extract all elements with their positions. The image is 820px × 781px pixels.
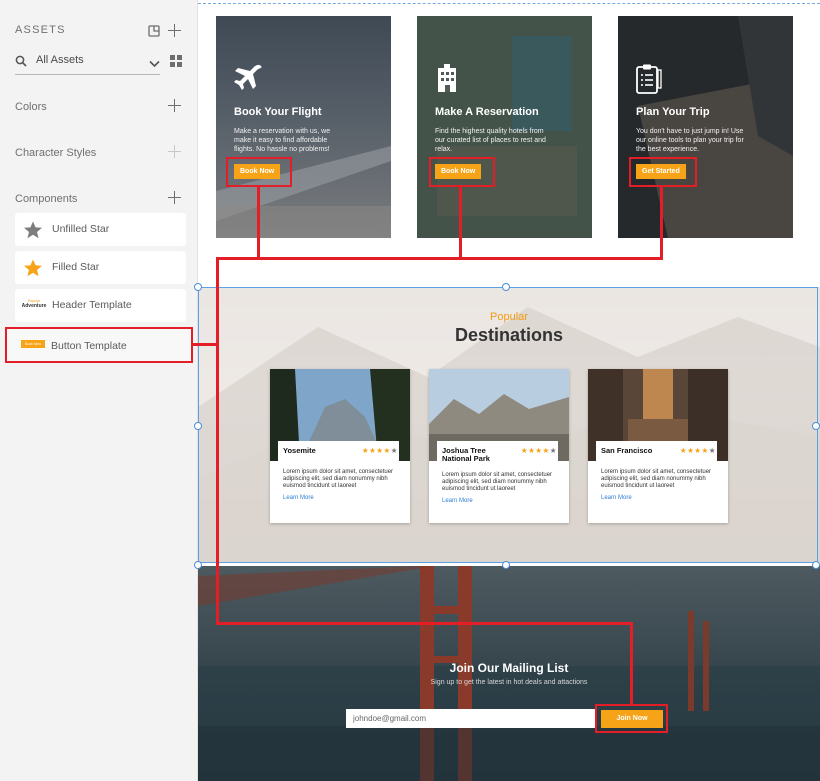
resize-handle[interactable] [502, 561, 510, 569]
component-header-template[interactable]: Popular Adventure Header Template [15, 289, 186, 322]
colors-section-label: Colors [15, 101, 47, 113]
annotation-connector [216, 622, 632, 625]
search-icon [15, 54, 27, 72]
component-filled-star[interactable]: Filled Star [15, 251, 186, 284]
email-input[interactable] [346, 709, 597, 728]
header-thumb-title: Adventure [21, 303, 47, 309]
character-styles-section-label: Character Styles [15, 147, 97, 159]
resize-handle[interactable] [194, 422, 202, 430]
flight-card[interactable]: Book Your Flight Make a reservation with… [216, 16, 391, 238]
annotation-connector [193, 343, 218, 346]
plan-trip-card[interactable]: Plan Your Trip You don't have to just ju… [618, 16, 793, 238]
annotation-connector [660, 187, 663, 259]
resize-handle[interactable] [812, 422, 820, 430]
star-icon [23, 259, 45, 277]
mailing-list-title: Join Our Mailing List [449, 661, 569, 675]
components-section-label: Components [15, 193, 78, 205]
assets-panel: ASSETS All Assets Colors Character Style… [0, 0, 198, 781]
mailing-list-subtitle: Sign up to get the latest in hot deals a… [430, 679, 588, 686]
checklist-icon [636, 64, 662, 99]
artboard-boundary [198, 3, 820, 4]
new-library-icon[interactable] [148, 24, 160, 42]
card-body: Find the highest quality hotels from our… [435, 128, 546, 153]
button-thumb-label: Book Now [25, 342, 41, 346]
annotation-connector [459, 187, 462, 259]
reservation-card[interactable]: Make A Reservation Find the highest qual… [417, 16, 592, 238]
card-title: Book Your Flight [234, 106, 322, 118]
annotation-box-get-started [629, 157, 697, 187]
annotation-box-book-now-2 [429, 157, 495, 187]
add-color-icon[interactable] [168, 99, 181, 112]
card-title: Plan Your Trip [636, 106, 710, 118]
add-component-icon[interactable] [168, 191, 181, 204]
component-label: Unfilled Star [52, 223, 110, 235]
chevron-down-icon [149, 55, 160, 73]
add-character-style-icon[interactable] [168, 145, 181, 158]
asset-filter-dropdown[interactable]: All Assets [15, 51, 160, 75]
assets-panel-title: ASSETS [15, 24, 66, 36]
selection-bounding-box [198, 287, 818, 563]
component-unfilled-star[interactable]: Unfilled Star [15, 213, 186, 246]
resize-handle[interactable] [194, 561, 202, 569]
component-button-template[interactable]: Book Now Button Template [5, 327, 193, 363]
hotel-icon [435, 64, 459, 97]
annotation-connector [257, 187, 260, 259]
component-label: Button Template [51, 340, 127, 352]
resize-handle[interactable] [194, 283, 202, 291]
resize-handle[interactable] [812, 561, 820, 569]
asset-filter-label: All Assets [36, 54, 84, 66]
component-label: Header Template [52, 299, 132, 311]
annotation-connector [216, 257, 663, 260]
add-asset-icon[interactable] [168, 24, 181, 37]
button-template-thumbnail: Book Now [21, 340, 45, 348]
annotation-box-join-now [595, 704, 668, 733]
annotation-connector [630, 622, 633, 705]
card-body: Make a reservation with us, we make it e… [234, 128, 331, 153]
header-template-thumbnail: Popular Adventure [21, 299, 47, 316]
mailing-list-section: Join Our Mailing List Sign up to get the… [198, 566, 820, 781]
card-title: Make A Reservation [435, 106, 539, 118]
component-label: Filled Star [52, 261, 100, 273]
annotation-box-book-now-1 [226, 157, 292, 187]
resize-handle[interactable] [502, 283, 510, 291]
star-outline-icon [23, 221, 45, 239]
airplane-icon [234, 64, 264, 97]
annotation-connector [216, 257, 219, 624]
card-body: You don't have to just jump in! Use our … [636, 128, 744, 153]
grid-view-icon[interactable] [170, 54, 182, 72]
